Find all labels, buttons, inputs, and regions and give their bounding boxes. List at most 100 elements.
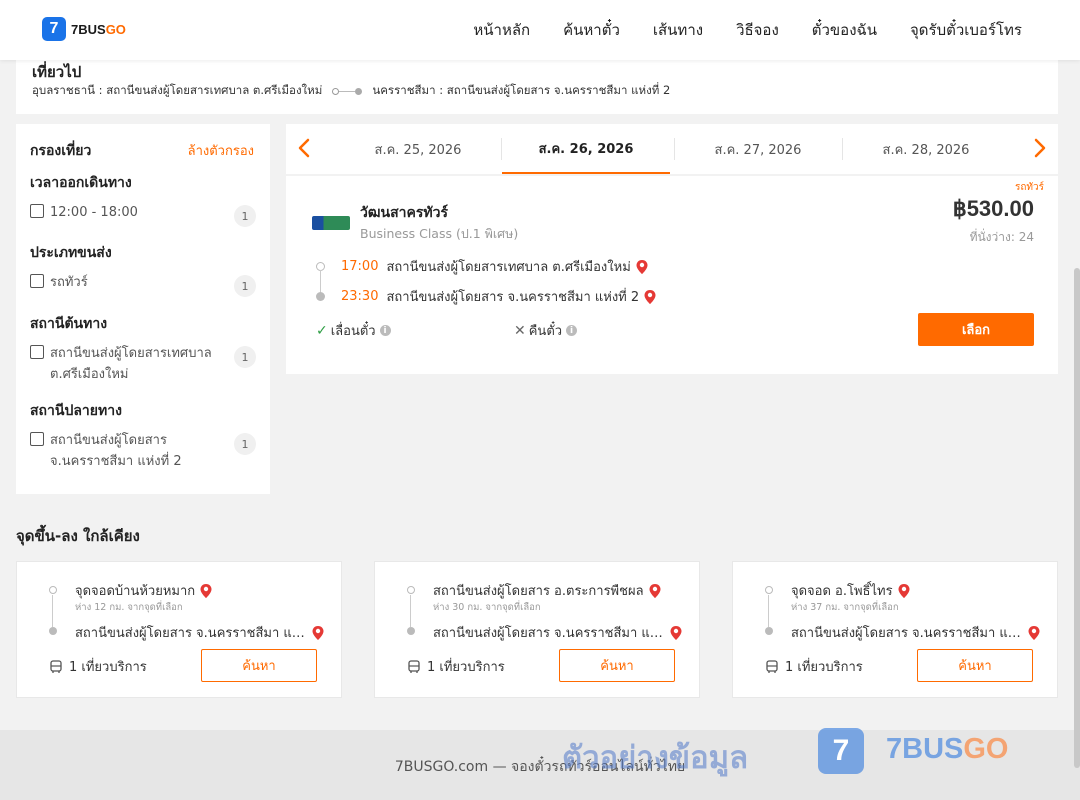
chevron-left-icon[interactable]	[292, 136, 316, 160]
filter-option-label: 12:00 - 18:00	[50, 205, 138, 220]
info-icon[interactable]: i	[379, 325, 391, 336]
date-tabs: ส.ค. 25, 2026 ส.ค. 26, 2026 ส.ค. 27, 202…	[286, 124, 1058, 174]
bus-icon	[50, 659, 62, 673]
arrival-station: สถานีขนส่งผู้โดยสาร จ.นครราชสีมา แห่งที่…	[386, 290, 640, 305]
service-count: 1 เที่ยวบริการ	[765, 656, 863, 677]
arrival-time: 23:30	[341, 289, 379, 304]
policy-refund: ✕ คืนตั๋ว i	[514, 320, 578, 341]
origin-dot	[407, 586, 415, 594]
checkbox[interactable]	[30, 274, 44, 288]
operator-name: วัฒนสาครทัวร์	[360, 205, 448, 221]
route-connector	[768, 595, 769, 627]
route-connector	[52, 595, 53, 627]
nearby-distance: ห่าง 12 กม. จากจุดที่เลือก	[75, 602, 183, 613]
nav-routes[interactable]: เส้นทาง	[653, 18, 703, 42]
watermark-brand: 7BUSGO	[886, 733, 1009, 765]
filter-group-origin-station: สถานีต้นทาง สถานีขนส่งผู้โดยสารเทศบาล ต.…	[30, 313, 256, 385]
map-pin-icon[interactable]	[1027, 625, 1041, 641]
info-icon[interactable]: i	[566, 325, 578, 336]
service-count: 1 เที่ยวบริการ	[407, 656, 505, 677]
summary-title: เที่ยวไป	[32, 63, 82, 81]
date-tab[interactable]: ส.ค. 25, 2026	[334, 124, 502, 174]
policy-refund-label: คืนตั๋ว	[528, 324, 563, 339]
nearby-search-button[interactable]: ค้นหา	[917, 649, 1033, 682]
main-nav: หน้าหลัก ค้นหาตั๋ว เส้นทาง วิธีจอง ตั๋วข…	[473, 0, 1022, 60]
clear-filter-link[interactable]: ล้างตัวกรอง	[188, 140, 254, 162]
map-pin-icon[interactable]	[669, 625, 683, 641]
departure-stop: 17:00 สถานีขนส่งผู้โดยสารเทศบาล ต.ศรีเมื…	[316, 256, 649, 277]
checkbox[interactable]	[30, 204, 44, 218]
departure-station: สถานีขนส่งผู้โดยสารเทศบาล ต.ศรีเมืองใหม่	[386, 260, 631, 275]
nearby-search-button[interactable]: ค้นหา	[559, 649, 675, 682]
service-count: 1 เที่ยวบริการ	[49, 656, 147, 677]
nearby-distance: ห่าง 37 กม. จากจุดที่เลือก	[791, 602, 899, 613]
checkbox[interactable]	[30, 432, 44, 446]
arrival-stop: 23:30 สถานีขนส่งผู้โดยสาร จ.นครราชสีมา แ…	[316, 286, 657, 307]
filter-count-badge: 1	[234, 275, 256, 297]
site-logo[interactable]: 7 7BUSGO	[42, 17, 126, 41]
nav-how-to-book[interactable]: วิธีจอง	[736, 18, 779, 42]
map-pin-icon[interactable]	[648, 583, 662, 599]
available-seats: ที่นั่งว่าง: 24	[969, 230, 1034, 244]
logo-mark: 7	[42, 17, 66, 41]
filter-panel: กรองเที่ยว ล้างตัวกรอง เวลาออกเดินทาง 12…	[16, 124, 270, 494]
map-pin-icon[interactable]	[199, 583, 213, 599]
route-arrow-icon	[332, 87, 363, 95]
origin-dot	[49, 586, 57, 594]
nearby-destination: สถานีขนส่งผู้โดยสาร จ.นครราชสีมา แห่งที่…	[791, 622, 1041, 643]
checkbox[interactable]	[30, 345, 44, 359]
map-pin-icon[interactable]	[635, 259, 649, 275]
destination-dot	[407, 627, 415, 635]
nav-home[interactable]: หน้าหลัก	[473, 18, 530, 42]
summary-destination: นครราชสีมา : สถานีขนส่งผู้โดยสาร จ.นครรา…	[372, 83, 671, 97]
nearby-origin: จุดจอดบ้านห้วยหมาก	[75, 580, 213, 601]
filter-group-title: เวลาออกเดินทาง	[30, 175, 132, 191]
filter-group-transport-type: ประเภทขนส่ง รถทัวร์ 1	[30, 242, 256, 297]
filter-option[interactable]: 12:00 - 18:00 1	[30, 202, 256, 227]
nearby-card: สถานีขนส่งผู้โดยสาร อ.ตระการพืชผล ห่าง 3…	[374, 561, 700, 698]
filter-group-title: สถานีต้นทาง	[30, 316, 108, 332]
filter-count-badge: 1	[234, 346, 256, 368]
bus-icon	[766, 659, 778, 673]
route-connector	[410, 595, 411, 627]
filter-option[interactable]: รถทัวร์ 1	[30, 272, 256, 297]
filter-option-label: รถทัวร์	[50, 275, 88, 290]
nearby-destination: สถานีขนส่งผู้โดยสาร จ.นครราชสีมา แห่งที่…	[75, 622, 325, 643]
date-tab[interactable]: ส.ค. 28, 2026	[842, 124, 1010, 174]
policy-change-label: เลื่อนตั๋ว	[330, 324, 376, 339]
filter-option[interactable]: สถานีขนส่งผู้โดยสาร จ.นครราชสีมา แห่งที่…	[30, 430, 256, 472]
filter-count-badge: 1	[234, 433, 256, 455]
destination-dot	[49, 627, 57, 635]
filter-option[interactable]: สถานีขนส่งผู้โดยสารเทศบาล ต.ศรีเมืองใหม่…	[30, 343, 256, 385]
trip-summary: เที่ยวไป อุบลราชธานี : สถานีขนส่งผู้โดยส…	[16, 60, 1058, 114]
page-scrollbar[interactable]	[1074, 268, 1080, 768]
transport-type-tag: รถทัวร์	[1014, 182, 1044, 193]
summary-origin: อุบลราชธานี : สถานีขนส่งผู้โดยสารเทศบาล …	[32, 83, 323, 97]
map-pin-icon[interactable]	[897, 583, 911, 599]
nav-my-tickets[interactable]: ตั๋วของฉัน	[812, 18, 877, 42]
nearby-search-button[interactable]: ค้นหา	[201, 649, 317, 682]
watermark-logo: 7	[818, 728, 864, 774]
nearby-card: จุดจอด อ.โพธิ์ไทร ห่าง 37 กม. จากจุดที่เ…	[732, 561, 1058, 698]
map-pin-icon[interactable]	[643, 289, 657, 305]
nav-search-ticket[interactable]: ค้นหาตั๋ว	[563, 18, 620, 42]
filter-title: กรองเที่ยว	[30, 143, 92, 159]
filter-option-label: สถานีขนส่งผู้โดยสาร จ.นครราชสีมา แห่งที่…	[50, 433, 182, 469]
nearby-destination: สถานีขนส่งผู้โดยสาร จ.นครราชสีมา แห่งที่…	[433, 622, 683, 643]
bus-icon	[408, 659, 420, 673]
filter-group-title: สถานีปลายทาง	[30, 403, 122, 419]
site-header: 7 7BUSGO หน้าหลัก ค้นหาตั๋ว เส้นทาง วิธี…	[0, 0, 1080, 60]
select-trip-button[interactable]: เลือก	[918, 313, 1034, 346]
filter-group-departure-time: เวลาออกเดินทาง 12:00 - 18:00 1	[30, 172, 256, 227]
date-tab[interactable]: ส.ค. 27, 2026	[674, 124, 842, 174]
nearby-origin: สถานีขนส่งผู้โดยสาร อ.ตระการพืชผล	[433, 580, 662, 601]
map-pin-icon[interactable]	[311, 625, 325, 641]
filter-group-destination-station: สถานีปลายทาง สถานีขนส่งผู้โดยสาร จ.นครรา…	[30, 400, 256, 472]
service-class: Business Class (ป.1 พิเศษ)	[360, 226, 519, 241]
nearby-origin: จุดจอด อ.โพธิ์ไทร	[791, 580, 911, 601]
nav-pickup-points[interactable]: จุดรับตั๋วเบอร์โทร	[910, 18, 1022, 42]
chevron-right-icon[interactable]	[1028, 136, 1052, 160]
date-tab-active[interactable]: ส.ค. 26, 2026	[502, 124, 670, 174]
logo-text: 7BUSGO	[71, 21, 126, 37]
filter-option-label: สถานีขนส่งผู้โดยสารเทศบาล ต.ศรีเมืองใหม่	[50, 346, 212, 382]
